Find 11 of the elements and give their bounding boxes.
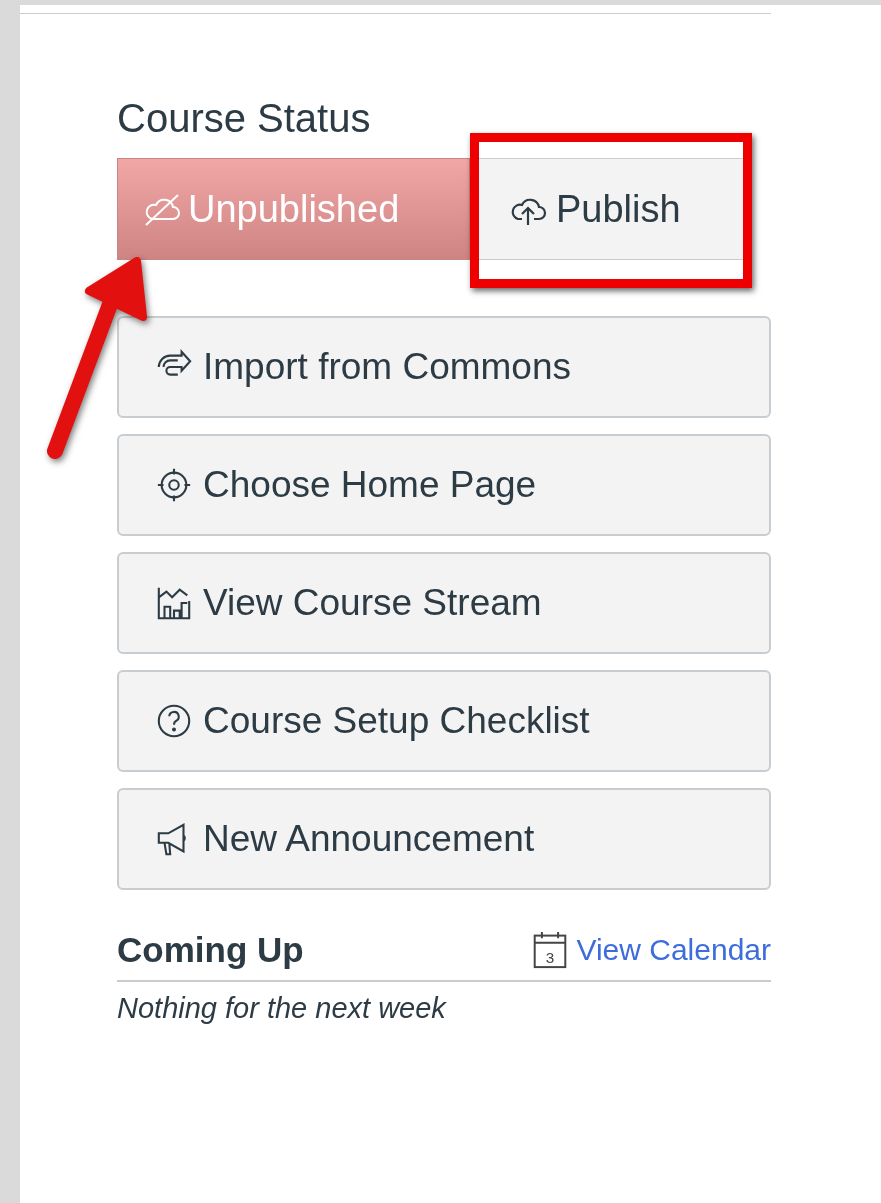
- question-icon: [155, 702, 193, 740]
- empty-message: Nothing for the next week: [117, 992, 448, 1025]
- action-button[interactable]: Choose Home Page: [117, 434, 771, 536]
- action-button[interactable]: Course Setup Checklist: [117, 670, 771, 772]
- action-button[interactable]: View Course Stream: [117, 552, 771, 654]
- target-icon: [155, 466, 193, 504]
- action-button[interactable]: Import from Commons: [117, 316, 771, 418]
- section-heading: Course Status: [117, 95, 372, 142]
- view-calendar-link[interactable]: 3 View Calendar: [532, 930, 771, 970]
- section-heading: Coming Up: [117, 930, 304, 970]
- action-button[interactable]: New Announcement: [117, 788, 771, 890]
